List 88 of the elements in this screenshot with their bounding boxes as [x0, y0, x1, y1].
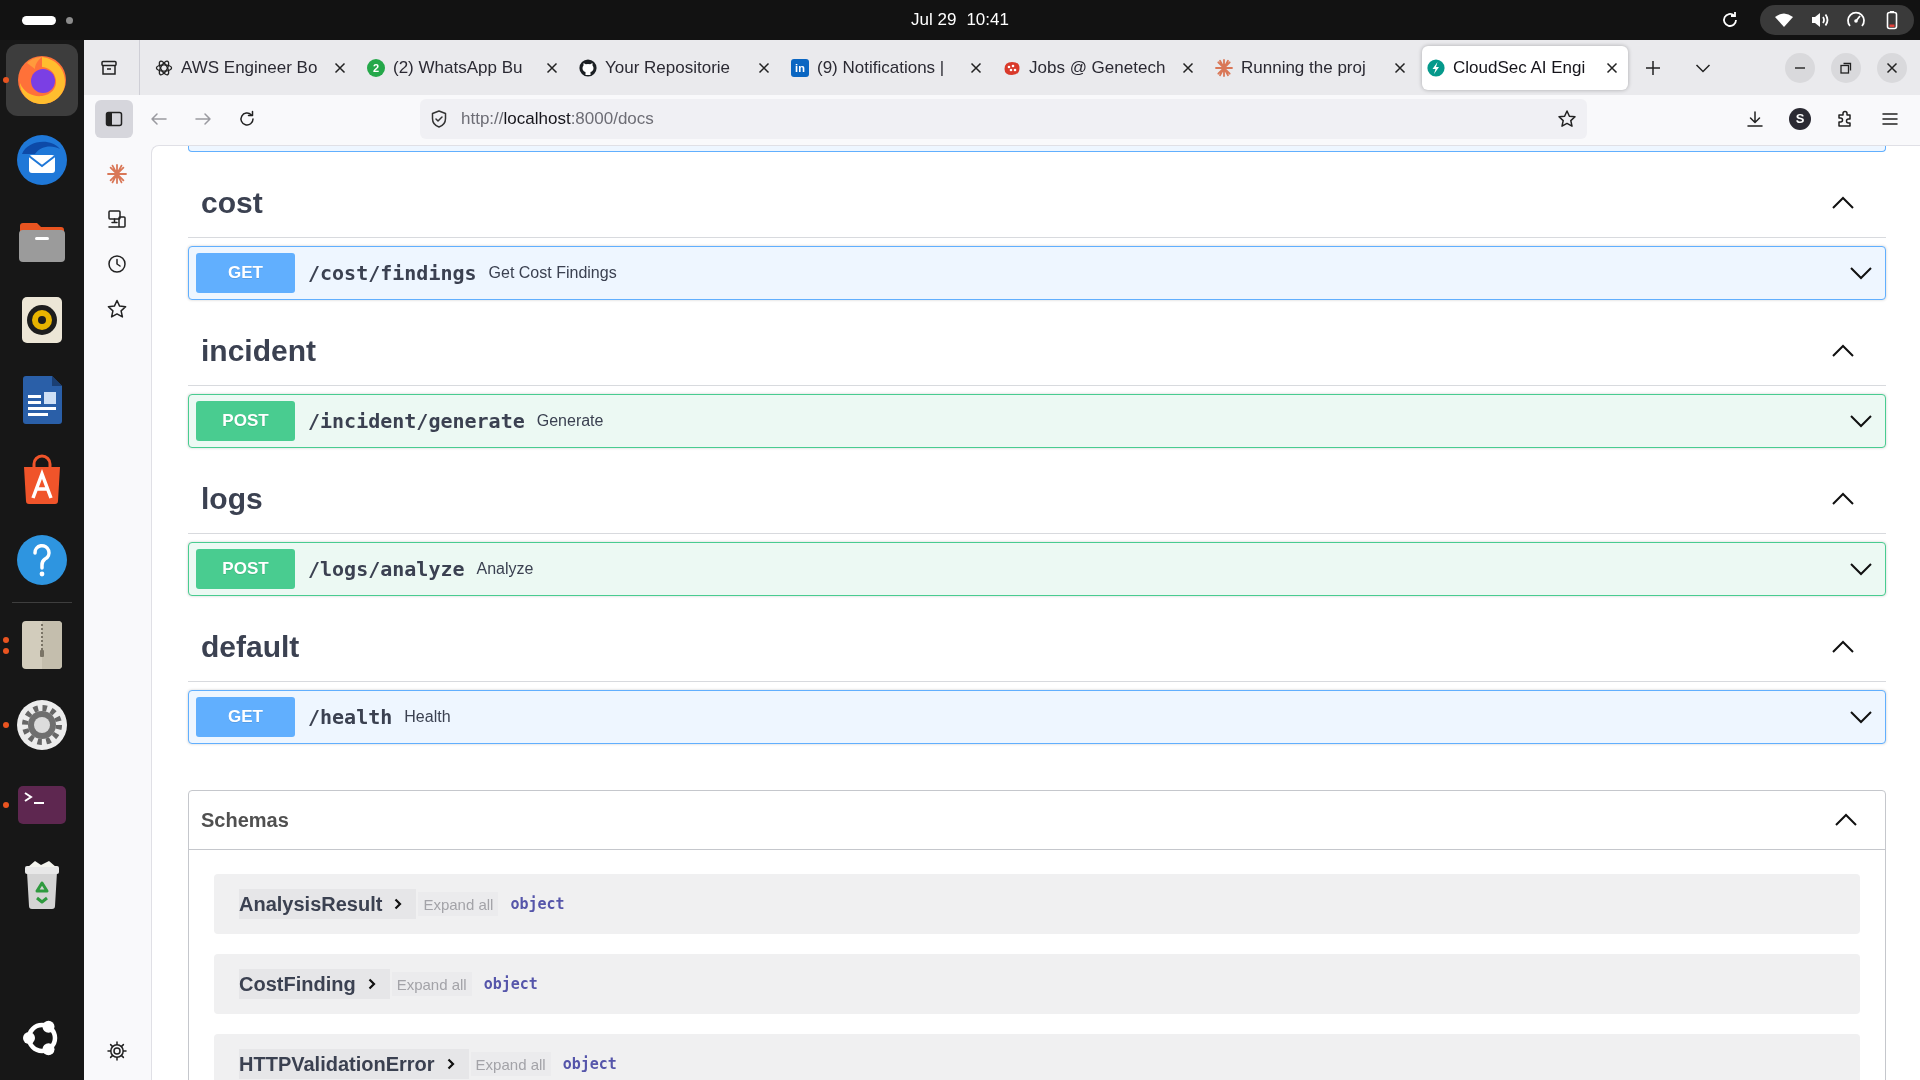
method-badge: POST — [196, 401, 295, 441]
tab-title: Running the proj — [1241, 57, 1366, 78]
rotate-icon[interactable] — [1720, 10, 1740, 30]
restore-icon — [1840, 61, 1852, 74]
starburst-icon — [1215, 58, 1233, 77]
close-icon — [1886, 61, 1898, 74]
schema-name-button[interactable]: HTTPValidationError — [239, 1049, 469, 1079]
bookmark-star-icon[interactable] — [1557, 108, 1577, 129]
minimize-icon — [1794, 66, 1806, 69]
help-icon — [15, 533, 69, 587]
shield-icon[interactable] — [429, 108, 449, 129]
close-window-button[interactable] — [1877, 52, 1907, 83]
schema-row[interactable]: AnalysisResult Expand all object — [214, 874, 1860, 934]
bolt-icon — [1427, 58, 1445, 77]
sidebar-toggle-button[interactable] — [95, 99, 133, 138]
chevron-up-icon[interactable] — [1831, 640, 1855, 654]
schema-type: object — [483, 975, 538, 993]
account-button[interactable]: S — [1789, 107, 1811, 130]
schemas-heading[interactable]: Schemas — [201, 808, 289, 832]
clock-icon[interactable] — [106, 253, 128, 275]
chevron-down-icon[interactable] — [1849, 414, 1873, 428]
plus-icon[interactable] — [1644, 58, 1662, 77]
schema-name-button[interactable]: AnalysisResult — [239, 889, 417, 919]
method-badge: GET — [196, 697, 295, 737]
system-menu-button[interactable] — [1760, 5, 1914, 35]
dock-item[interactable] — [6, 44, 78, 116]
atom-icon — [155, 58, 173, 77]
chevron-down-icon[interactable] — [1849, 562, 1873, 576]
chevron-up-icon[interactable] — [1831, 196, 1855, 210]
gear-icon — [15, 698, 69, 752]
download-icon[interactable] — [1745, 108, 1765, 129]
endpoint-summary: Analyze — [476, 560, 534, 578]
browser-tab[interactable]: AWS Engineer Bo — [150, 45, 356, 90]
tab-title: Your Repositorie — [605, 57, 731, 78]
schema-row[interactable]: HTTPValidationError Expand all object — [214, 1034, 1860, 1080]
endpoint-path: /logs/analyze — [308, 557, 465, 581]
endpoint-summary: Health — [404, 708, 451, 726]
schema-row[interactable]: CostFinding Expand all object — [214, 954, 1860, 1014]
section-heading[interactable]: incident — [201, 331, 316, 371]
settings-icon[interactable] — [106, 1040, 128, 1062]
volume-icon — [1810, 10, 1830, 30]
reload-icon[interactable] — [237, 108, 257, 129]
schema-name-button[interactable]: CostFinding — [239, 969, 390, 999]
browser-tab[interactable]: CloudSec AI Engi — [1422, 45, 1628, 90]
section-heading[interactable]: cost — [201, 183, 263, 223]
browser-tab[interactable]: 2 (2) WhatsApp Bu — [362, 45, 568, 90]
browser-tab[interactable]: Jobs @ Genetech — [998, 45, 1204, 90]
star-icon[interactable] — [106, 298, 128, 320]
devices-icon[interactable] — [106, 208, 128, 230]
browser-tab[interactable]: in (9) Notifications | — [786, 45, 992, 90]
mail-app-icon — [15, 133, 69, 187]
chevron-up-icon[interactable] — [1831, 344, 1855, 358]
tab-title: Jobs @ Genetech — [1029, 57, 1166, 78]
favicon-badge: 2 — [367, 58, 385, 77]
endpoint-path: /health — [308, 705, 393, 729]
schema-type: object — [562, 1055, 617, 1073]
method-badge: POST — [196, 549, 295, 589]
address-bar[interactable]: http://localhost:8000/docs — [420, 98, 1587, 139]
section-heading[interactable]: logs — [201, 479, 263, 519]
starburst-icon[interactable] — [106, 163, 128, 185]
chevron-down-icon[interactable] — [1849, 710, 1873, 724]
section-heading[interactable]: default — [201, 627, 300, 667]
schema-type: object — [510, 895, 565, 913]
tab-title: AWS Engineer Bo — [181, 57, 318, 78]
favicon-badge: in — [791, 58, 809, 77]
endpoint-path: /cost/findings — [308, 261, 477, 285]
minimize-button[interactable] — [1785, 52, 1815, 83]
endpoint-summary: Generate — [536, 412, 604, 430]
chevron-up-icon[interactable] — [1834, 813, 1858, 827]
tab-title: (2) WhatsApp Bu — [393, 57, 523, 78]
date-time-button[interactable]: Jul 29 10:41 — [903, 6, 1017, 34]
endpoint-row[interactable]: GET /health Health — [188, 690, 1886, 744]
endpoint-row[interactable]: POST /logs/analyze Analyze — [188, 542, 1886, 596]
cat-logo-icon — [579, 58, 597, 77]
browser-tab[interactable]: Your Repositorie — [574, 45, 780, 90]
browser-app-icon — [15, 53, 69, 107]
chevron-down-icon[interactable] — [1849, 266, 1873, 280]
endpoint-row[interactable]: POST /incident/generate Generate — [188, 394, 1886, 448]
url-text: http://localhost:8000/docs — [461, 108, 654, 129]
endpoint-row[interactable]: GET /cost/findings Get Cost Findings — [188, 246, 1886, 300]
endpoint-summary: Get Cost Findings — [488, 264, 617, 282]
tab-title: CloudSec AI Engi — [1453, 57, 1586, 78]
restore-button[interactable] — [1831, 52, 1861, 83]
chevron-up-icon[interactable] — [1831, 492, 1855, 506]
browser-tab[interactable]: Running the proj — [1210, 45, 1416, 90]
tab-title: (9) Notifications | — [817, 57, 945, 78]
endpoint-path: /incident/generate — [308, 409, 525, 433]
method-badge: GET — [196, 253, 295, 293]
